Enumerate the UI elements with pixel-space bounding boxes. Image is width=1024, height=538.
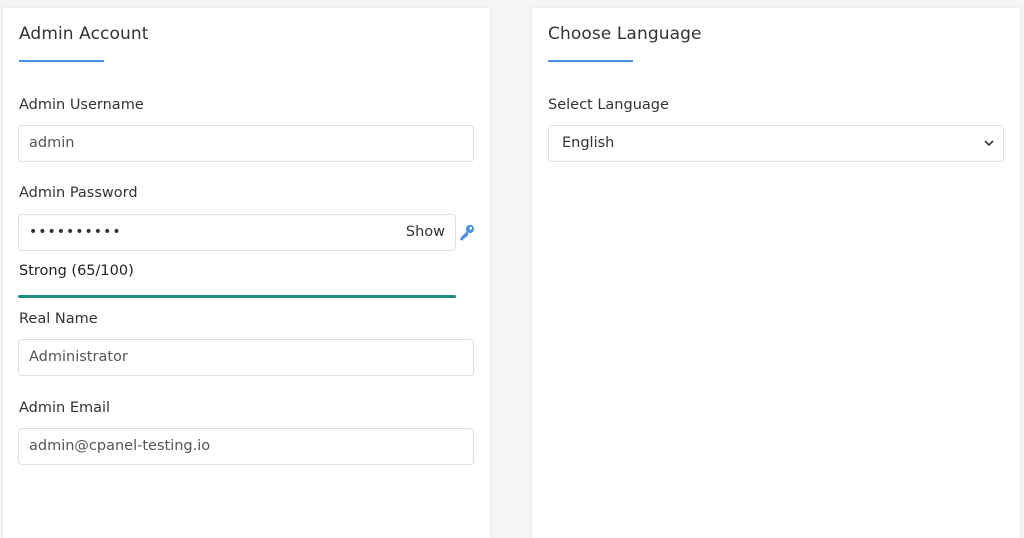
key-icon[interactable] [458,223,476,241]
select-language-label: Select Language [548,97,669,113]
admin-username-value: admin [29,135,75,151]
admin-account-title: Admin Account [19,24,149,44]
real-name-label: Real Name [19,311,98,327]
password-strength-bar [18,295,456,298]
admin-username-input[interactable]: admin [18,125,474,162]
language-select-value: English [562,135,615,151]
password-strength-fill [18,295,456,298]
admin-account-title-underline [19,60,104,62]
show-password-button[interactable]: Show [406,215,445,250]
admin-account-card: Admin Account Admin Username admin Admin… [3,8,490,538]
choose-language-title-underline [548,60,633,62]
admin-password-input[interactable]: •••••••••• Show [18,214,456,251]
admin-email-input[interactable]: admin@cpanel-testing.io [18,428,474,465]
choose-language-card: Choose Language Select Language English [532,8,1020,538]
chevron-down-icon [984,140,994,147]
admin-email-value: admin@cpanel-testing.io [29,438,211,454]
language-select[interactable]: English [548,125,1004,162]
admin-email-label: Admin Email [19,400,111,416]
real-name-input[interactable]: Administrator [18,339,474,376]
real-name-value: Administrator [29,349,128,365]
admin-password-label: Admin Password [19,185,138,201]
choose-language-title: Choose Language [548,24,702,44]
admin-password-value: •••••••••• [29,224,122,240]
admin-username-label: Admin Username [19,97,144,113]
password-strength-text: Strong (65/100) [19,263,134,279]
